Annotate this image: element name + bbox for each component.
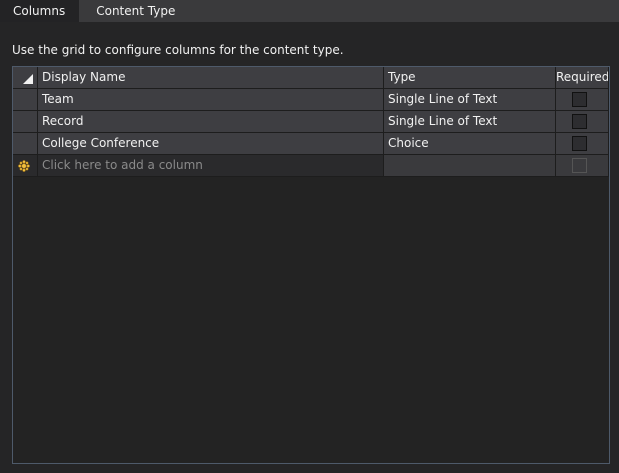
tab-content-type[interactable]: Content Type [79,0,191,22]
type-cell[interactable]: Single Line of Text [384,111,556,133]
display-name-cell[interactable]: Team [38,89,384,111]
table-row[interactable]: College Conference Choice [13,133,609,155]
grid-header-row: Display Name Type Required [13,67,609,89]
table-row[interactable]: Team Single Line of Text [13,89,609,111]
tab-bar: Columns Content Type [0,0,619,22]
required-cell [556,111,609,133]
tab-columns[interactable]: Columns [0,0,80,22]
columns-grid[interactable]: Display Name Type Required Team Single L… [12,66,610,464]
new-type-cell[interactable] [384,155,556,177]
type-cell[interactable]: Single Line of Text [384,89,556,111]
display-name-cell[interactable]: Record [38,111,384,133]
select-all-corner[interactable] [13,67,38,89]
required-cell [556,133,609,155]
header-type[interactable]: Type [384,67,556,89]
new-required-checkbox[interactable] [572,158,587,173]
new-row-selector[interactable] [13,155,38,177]
display-name-cell[interactable]: College Conference [38,133,384,155]
new-row-star-icon [18,160,30,172]
row-selector[interactable] [13,111,38,133]
type-cell[interactable]: Choice [384,133,556,155]
row-selector[interactable] [13,133,38,155]
required-cell [556,89,609,111]
row-selector[interactable] [13,89,38,111]
grid-description: Use the grid to configure columns for th… [12,43,344,57]
header-required[interactable]: Required [556,67,609,89]
required-checkbox[interactable] [572,114,587,129]
required-checkbox[interactable] [572,136,587,151]
corner-triangle-icon [23,74,33,84]
header-display-name[interactable]: Display Name [38,67,384,89]
new-required-cell [556,155,609,177]
new-row[interactable]: Click here to add a column [13,155,609,177]
required-checkbox[interactable] [572,92,587,107]
table-row[interactable]: Record Single Line of Text [13,111,609,133]
add-column-placeholder[interactable]: Click here to add a column [38,155,384,177]
